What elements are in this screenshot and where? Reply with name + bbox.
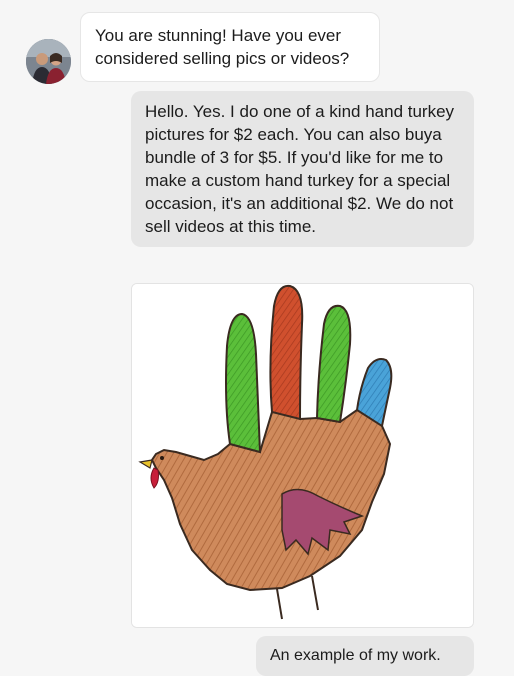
hand-turkey-drawing-icon <box>132 284 473 627</box>
profile-photo-icon <box>26 39 71 84</box>
caption-message-text: An example of my work. <box>270 647 441 664</box>
incoming-message-bubble[interactable]: You are stunning! Have you ever consider… <box>80 12 380 82</box>
caption-message-bubble[interactable]: An example of my work. <box>256 636 474 676</box>
message-thread: You are stunning! Have you ever consider… <box>0 0 514 676</box>
incoming-message-text: You are stunning! Have you ever consider… <box>95 26 350 68</box>
image-attachment[interactable] <box>131 283 474 628</box>
reply-message-text: Hello. Yes. I do one of a kind hand turk… <box>145 102 455 236</box>
sender-avatar[interactable] <box>26 39 71 84</box>
outgoing-message-bubble[interactable]: Hello. Yes. I do one of a kind hand turk… <box>131 91 474 247</box>
